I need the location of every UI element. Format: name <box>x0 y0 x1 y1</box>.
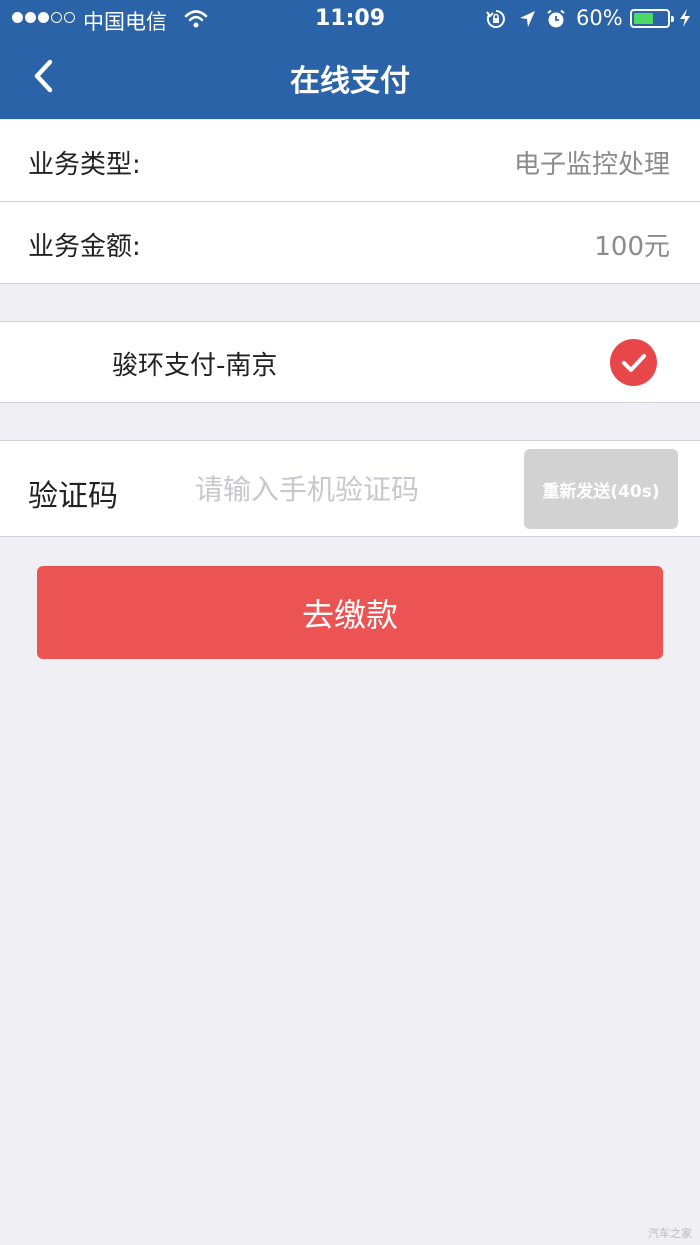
verification-code-label: 验证码 <box>28 479 118 514</box>
business-type-value: 电子监控处理 <box>513 150 670 180</box>
location-icon <box>520 11 535 27</box>
battery-percent: 60% <box>576 6 623 30</box>
battery-icon <box>630 9 674 28</box>
business-amount-label: 业务金额: <box>28 232 141 262</box>
orientation-lock-icon <box>486 10 505 28</box>
business-type-label: 业务类型: <box>28 150 141 180</box>
nav-bar: 在线支付 <box>0 38 700 119</box>
pay-button[interactable]: 去缴款 <box>37 566 663 659</box>
watermark: 汽车之家 <box>648 1227 692 1240</box>
verification-code-row: 验证码 重新发送(40s) <box>0 440 700 537</box>
check-icon <box>610 339 657 386</box>
payment-method-option[interactable]: 骏环支付-南京 <box>0 321 700 403</box>
charging-bolt-icon <box>680 9 690 27</box>
resend-code-button[interactable]: 重新发送(40s) <box>524 449 678 529</box>
business-amount-row: 业务金额: 100元 <box>0 202 700 284</box>
header: 中国电信 11:09 60% 在线支付 <box>0 0 700 119</box>
alarm-icon <box>547 9 565 28</box>
page-title: 在线支付 <box>290 64 410 99</box>
business-amount-value: 100元 <box>594 232 670 262</box>
business-type-row: 业务类型: 电子监控处理 <box>0 120 700 202</box>
status-bar: 中国电信 11:09 60% <box>0 0 700 38</box>
payment-method-label: 骏环支付-南京 <box>112 351 278 381</box>
verification-code-input[interactable] <box>195 465 505 513</box>
